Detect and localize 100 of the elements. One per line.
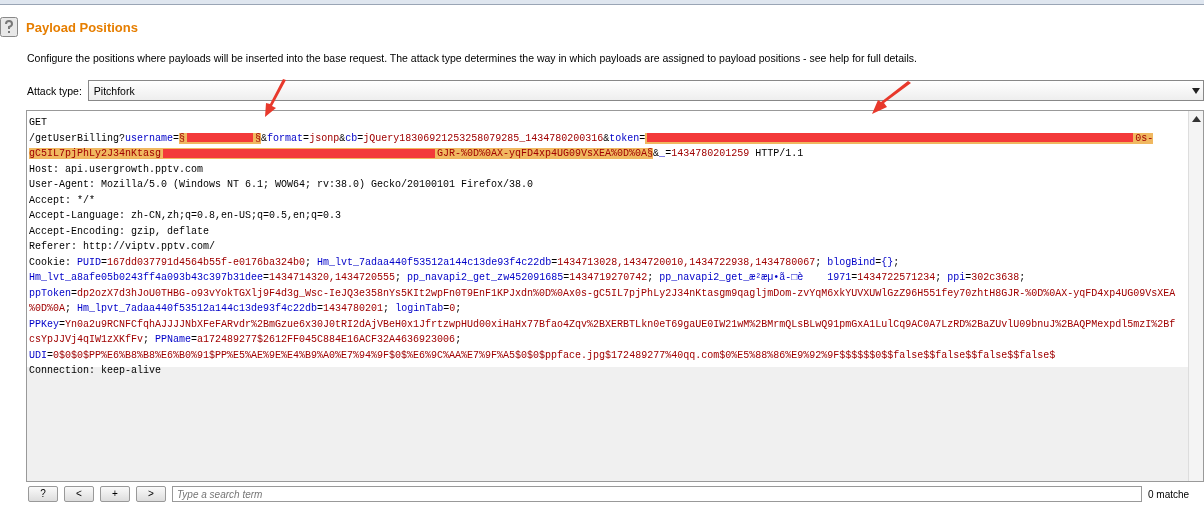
param-name: _ [659,148,666,159]
request-text: & [339,132,346,144]
param-value: 1434780201 [323,303,384,314]
param-value: 1434780201259 [671,148,750,159]
param-value: jsonp [309,132,340,144]
attack-type-label: Attack type: [27,84,82,97]
request-text: HTTP/1.1 [754,148,804,159]
search-nav-button[interactable]: ? [28,486,58,502]
param-name: pp_navapi2_get_zw452091685 [407,272,564,283]
request-text: Host: api.usergrowth.pptv.com [29,163,204,175]
payload-position: 0s- [645,132,1154,144]
match-count: 0 matche [1148,488,1190,500]
request-text: ; [143,334,151,345]
param-value: %0D%0A [29,303,65,314]
param-name: UDI [29,349,47,361]
param-value: a172489277$2612FF045C884E16ACF32A4636923006 [197,334,456,345]
dropdown-arrow-icon [1192,87,1200,94]
request-text: = [563,272,570,283]
param-value: jQuery18306921253258079285_1434780200316 [363,132,604,144]
request-text: & [603,132,610,144]
param-value: 0 [449,303,456,314]
request-text: & [261,132,268,144]
redaction-bar [187,133,254,143]
request-text: Cookie: [29,256,72,268]
request-text: = [965,272,972,283]
request-text: = [303,132,310,144]
param-name: pp_navapi2_get_æ²æµ•ã-□è 1971 [659,272,852,283]
request-text: = [47,349,54,361]
param-value: dp2ozX7d3hJoU0THBG-o93vYokTGXlj9F4d3g_Wsc-IeJQ3e358nYs5KIt2wpFn0T9EnF1KPJxdn%0D%0Ax0s-gC5IL7pjPhLy2J34nKtasgm9qagljmDom-zvYqM6xkYUVXUWlGzZ96H551fey70zhtH8GJR-%0D%0AX-yqFD4xp4UG09VsXEA [77,287,1176,299]
request-text: ; [1019,272,1026,283]
param-name: token [609,132,640,144]
request-text: = [101,256,108,268]
param-name: blogBind [827,256,876,268]
param-name: Hm_lpvt_7adaa440f53512a144c13de93f4c22db [77,303,318,314]
param-name: loginTab [395,303,444,314]
request-text: Accept-Encoding: gzip, deflate [29,225,210,237]
request-text: ; [305,256,313,268]
search-nav-button[interactable]: > [136,486,166,502]
annotation-arrow-drawing [872,81,911,114]
param-value: 0$0$0$PP%E6%B8%B8%E6%B0%91$PP%E5%AE%9E%E4%B9%A0%E7%94%9F$0$%E6%9C%AA%E7%9F%A5$0$0$ppface.jpg$172489277%40qq.com$0%E5%88%86%E9%92%9F$$$$$$0$$false$$false$$false$$false$ [53,349,1056,361]
request-editor[interactable] [26,110,1204,482]
param-name: ppi [947,272,966,283]
request-text: = [851,272,858,283]
request-text: & [653,148,660,159]
request-text: Accept: */* [29,194,95,206]
request-text: ; [383,303,391,314]
request-text: /getUserBilling? [29,132,125,144]
annotation-arrow-drawing [265,79,286,117]
param-value: 1434722571234 [857,272,936,283]
request-text: = [443,303,450,314]
search-field[interactable]: Type a search term [172,486,1142,502]
param-value: csYpJJVj4qIW1zXKfFv [29,334,144,345]
request-text: User-Agent: Mozilla/5.0 (Windows NT 6.1; WOW64; rv:38.0) Gecko/20100101 Firefox/38.0 [29,179,534,190]
request-text: = [263,272,270,283]
request-text: = [59,318,66,330]
param-name: format [267,132,304,144]
request-text: Referer: http://viptv.pptv.com/ [29,241,216,252]
request-text: = [317,303,324,314]
request-text: Accept-Language: zh-CN,zh;q=0.8,en-US;q=0.5,en;q=0.3 [29,210,342,221]
param-name: PPName [155,334,192,345]
param-name: PUID [77,256,102,268]
param-name: cb [345,132,358,144]
help-icon[interactable] [0,17,18,37]
param-name: ppToken [29,287,71,299]
request-text: = [71,287,78,299]
attack-type-dropdown[interactable]: Pitchfork [87,80,1204,101]
request-text: Connection: keep-alive [29,365,162,376]
request-text: ; [455,303,462,314]
param-name: username [125,132,174,144]
search-nav-button[interactable]: + [100,486,130,502]
param-name: {} [881,256,894,268]
param-value: 1434713028,1434720010,1434722938,1434780067 [557,256,816,268]
param-value: 302c3638 [971,272,1020,283]
request-text: = [357,132,364,144]
request-text: GET [29,117,47,128]
param-value: 1434719270742 [569,272,648,283]
request-text: ; [815,256,823,268]
description-text: Configure the positions where payloads will be inserted into the base request. The attack type determines the way in which payloads are assigned to payload positions - see help for full details. [26,51,918,64]
param-name: PPKey [29,318,59,330]
request-text: = [551,256,558,268]
request-text: ; [455,334,462,345]
search-nav-button[interactable]: < [64,486,94,502]
request-text: ; [647,272,655,283]
request-text: ; [893,256,900,268]
scrollbar[interactable] [1188,111,1203,481]
param-value: 1434714320,1434720555 [269,272,396,283]
scroll-up-arrow-icon[interactable] [1191,116,1201,122]
section-title: Payload Positions [26,19,138,35]
request-text: = [191,334,198,345]
request-text: = [875,256,882,268]
request-text: ; [935,272,943,283]
request-text: = [639,132,646,144]
request-text: = [173,132,180,144]
param-value: Yn0a2u9RCNFCfqhAJJJJNbXFeFARvdr%2BmGzue6x30J0tRI2dAjVBeH0x1JfrtzwpHUd00xiHaHx77Bfao4Zqv%2BXERBTLkn0eT69gaUE0IW21wM%2BMrmQLsBLwQ91pmGxA1LulCq9AC0A7LzRD%2BaZUvlU09bnuJ%2BAQPMexpdl5mzI%2Bf [65,318,1176,330]
param-name: Hm_lvt_a8afe05b0243ff4a093b43c397b31dee [29,272,264,283]
param-value: 167dd037791d4564b55f-e0176ba324b0 [107,256,306,268]
request-text: ; [395,272,403,283]
request-text: = [665,148,672,159]
request-text: ; [65,303,73,314]
param-name: Hm_lvt_7adaa440f53512a144c13de93f4c22db [317,256,552,268]
